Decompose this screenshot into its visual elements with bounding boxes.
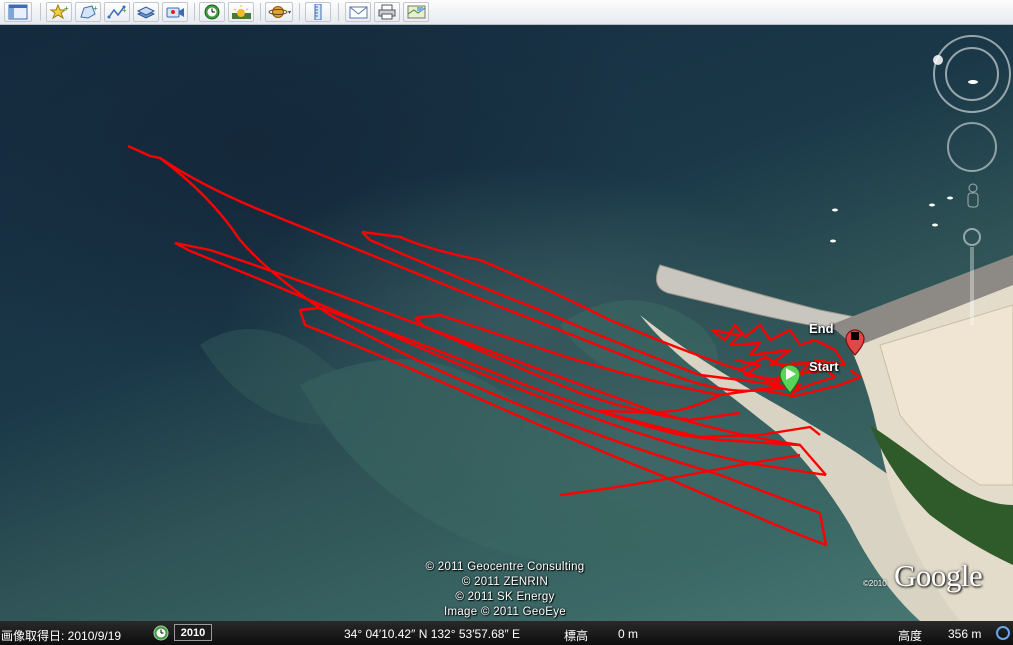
historical-imagery-icon (204, 4, 220, 20)
look-joystick[interactable] (947, 122, 997, 172)
google-logo: Google (894, 558, 983, 593)
switch-planet-button[interactable] (265, 2, 293, 22)
elevation-label: 標高 (564, 629, 589, 643)
view-in-maps-button[interactable] (403, 2, 429, 22)
add-polygon-button[interactable]: + (75, 2, 101, 22)
satellite-scene (127, 35, 1013, 621)
streaming-indicator-icon (996, 626, 1010, 640)
status-bar: 画像取得日: 2010/9/19 2010 34° 04′10.42″ N 13… (0, 621, 1013, 645)
switch-planet-icon (268, 6, 291, 18)
credit-line: © 2011 ZENRIN (461, 576, 549, 588)
ruler-button[interactable] (305, 2, 331, 22)
email-button[interactable] (345, 2, 371, 22)
navigation-compass[interactable] (933, 35, 1011, 113)
street-view-pegman-icon[interactable] (967, 183, 979, 208)
print-icon (378, 4, 396, 20)
svg-text:+: + (122, 6, 127, 15)
svg-text:+: + (93, 4, 98, 13)
toolbar: + + + (0, 0, 1013, 25)
sunlight-icon (232, 5, 251, 19)
ruler-icon (314, 4, 322, 20)
start-label: Start (809, 359, 839, 374)
end-label: End (809, 321, 834, 336)
sidebar-toggle-icon (8, 4, 28, 20)
altitude-label: 高度 (898, 629, 923, 643)
historical-imagery-clock-icon[interactable] (153, 625, 169, 641)
add-image-overlay-icon (136, 6, 156, 19)
map-view[interactable]: End Start © 2011 Geocentre Consulting © … (0, 25, 1013, 621)
add-polygon-icon: + (80, 4, 98, 19)
imagery-year-button[interactable]: 2010 (174, 624, 212, 641)
sidebar-toggle-button[interactable] (4, 2, 32, 22)
altitude-value: 356 m (948, 627, 982, 641)
add-placemark-button[interactable]: + (46, 2, 72, 22)
sunlight-button[interactable] (228, 2, 254, 22)
record-tour-button[interactable] (162, 2, 188, 22)
view-in-maps-icon (407, 5, 426, 19)
add-path-icon: + (107, 5, 127, 19)
add-image-overlay-button[interactable] (133, 2, 159, 22)
add-path-button[interactable]: + (104, 2, 130, 22)
credit-line: Image © 2011 GeoEye (443, 606, 566, 618)
historical-imagery-button[interactable] (199, 2, 225, 22)
record-tour-icon (166, 7, 184, 18)
logo-year: ©2010 (863, 579, 887, 588)
svg-text:+: + (64, 4, 69, 13)
pointer-coordinates: 34° 04′10.42″ N 132° 53′57.68″ E (344, 627, 521, 641)
print-button[interactable] (374, 2, 400, 22)
email-icon (349, 6, 368, 19)
credit-line: © 2011 SK Energy (455, 591, 555, 603)
elevation-value: 0 m (618, 627, 639, 641)
add-placemark-icon: + (49, 4, 69, 20)
imagery-date: 画像取得日: 2010/9/19 (1, 629, 122, 643)
imagery-credits: © 2011 Geocentre Consulting © 2011 ZENRI… (400, 560, 610, 620)
credit-line: © 2011 Geocentre Consulting (425, 561, 585, 573)
